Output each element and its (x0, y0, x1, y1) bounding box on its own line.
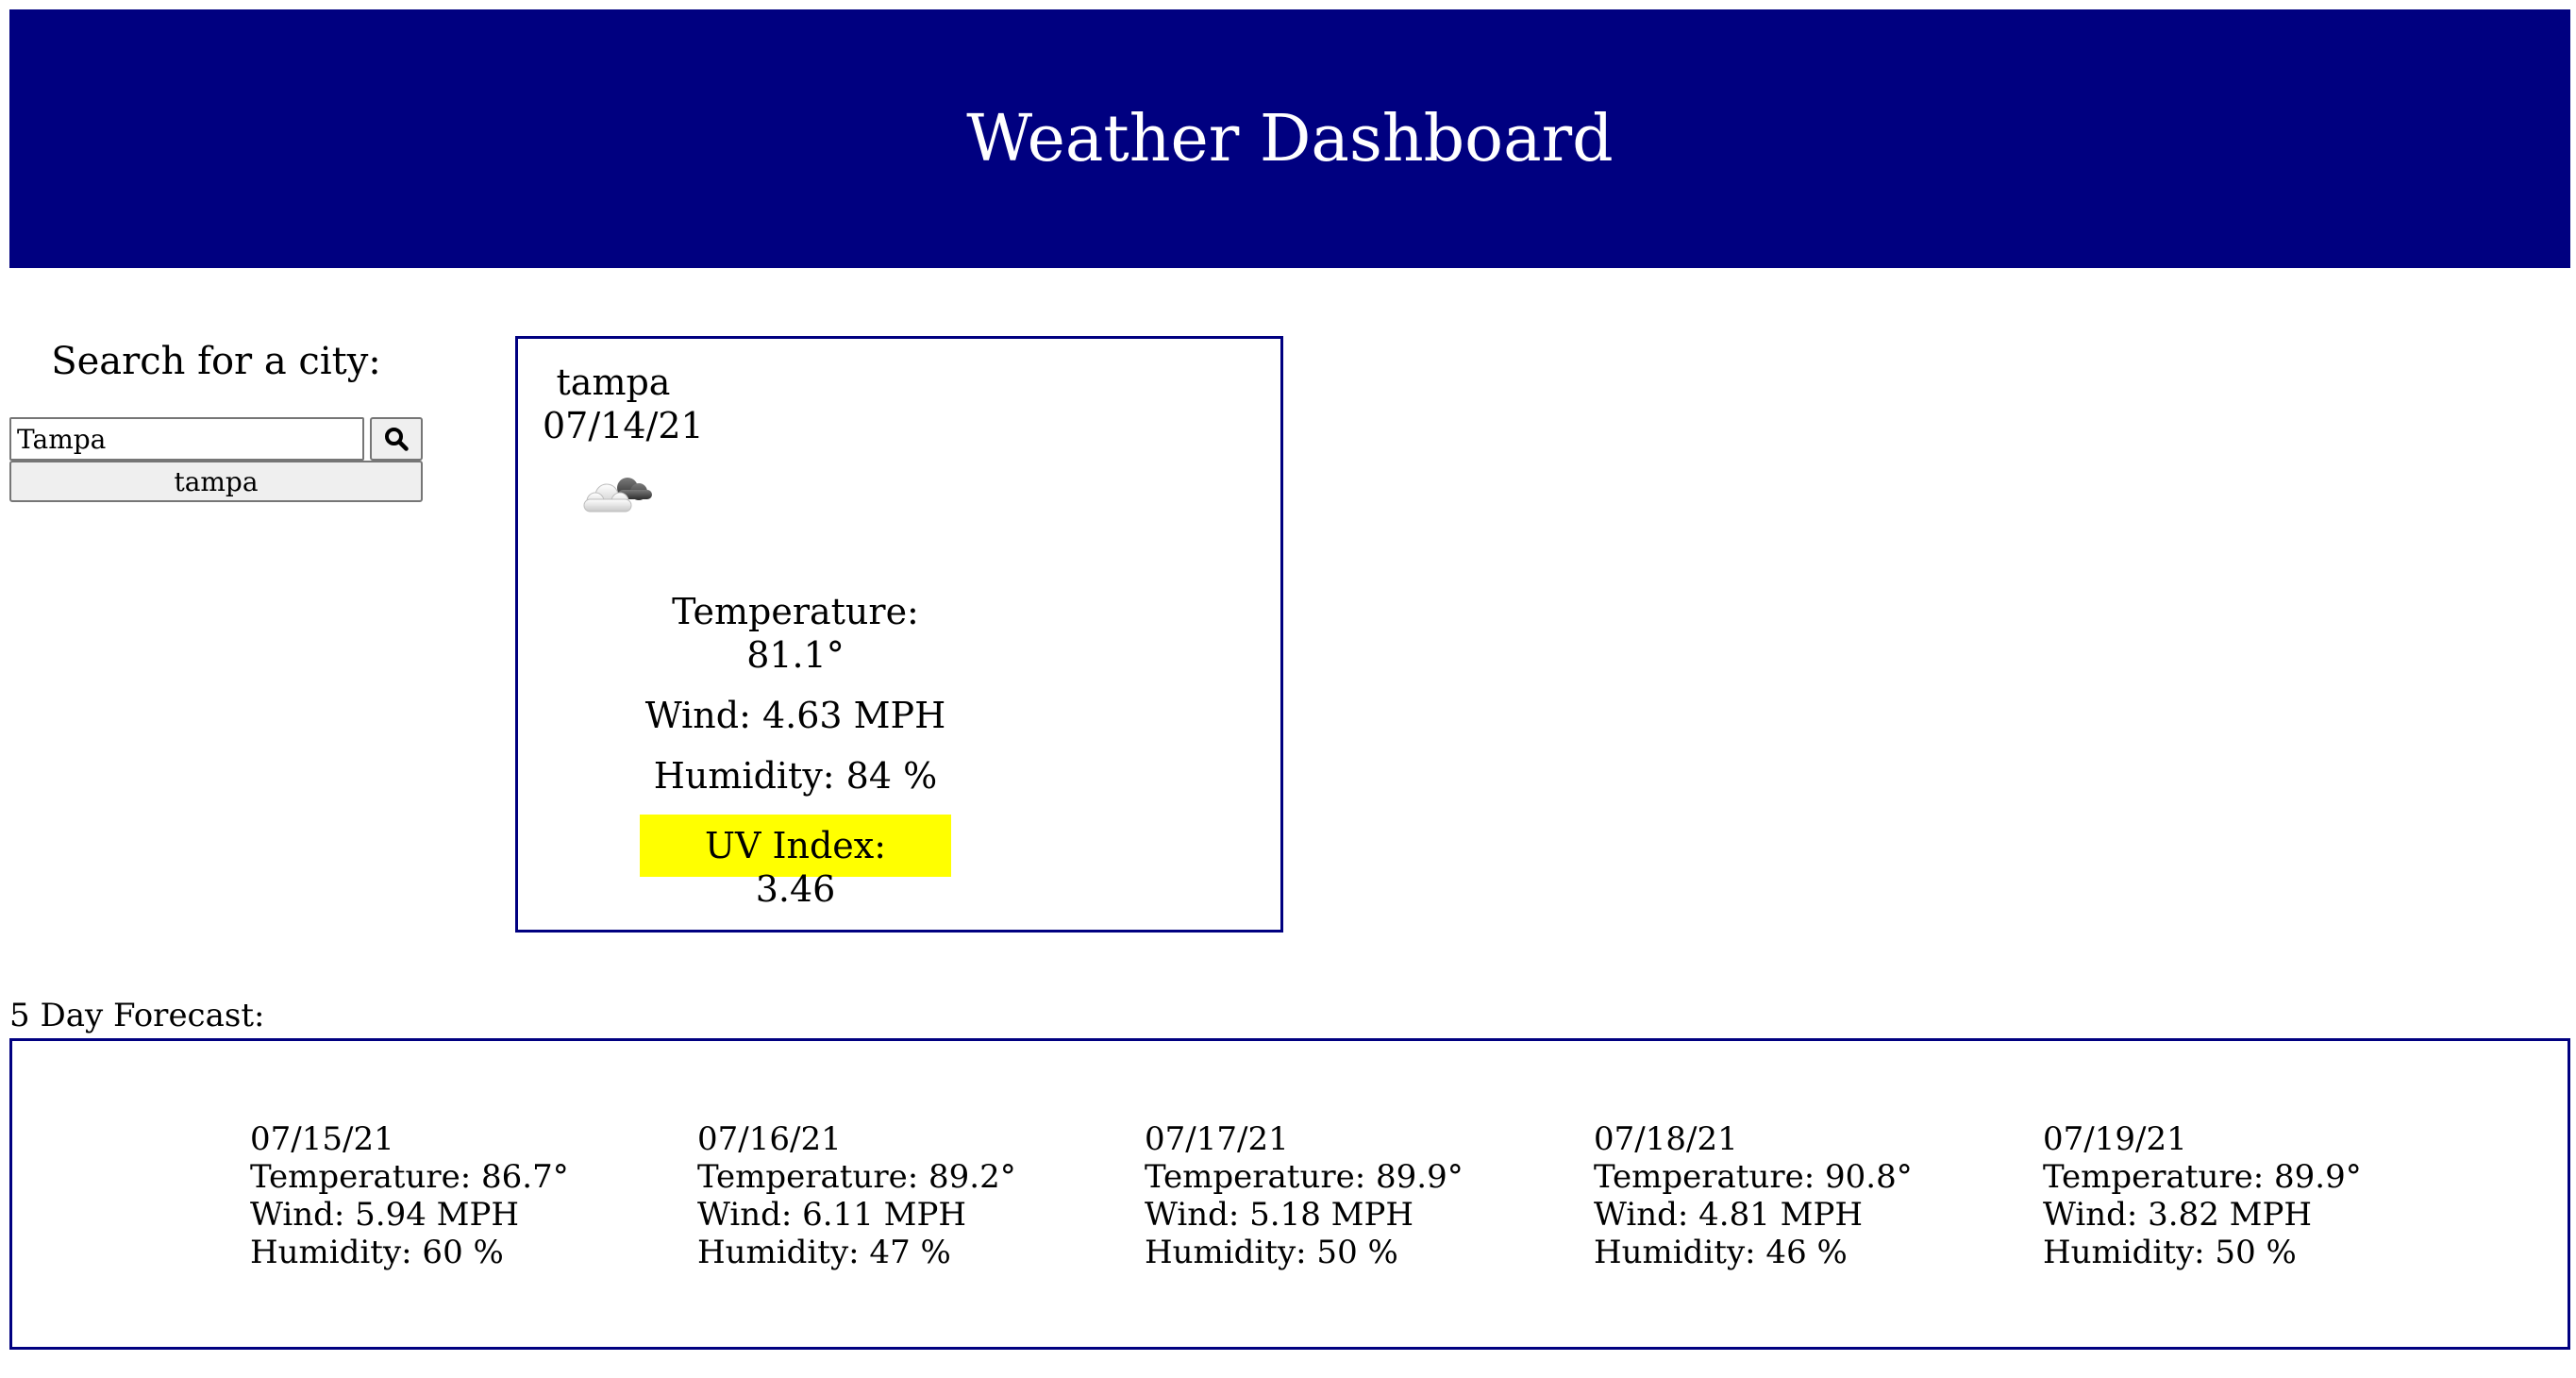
cloud-icon (583, 478, 652, 513)
uv-index-badge: UV Index: 3.46 (640, 815, 951, 910)
forecast-temp: Temperature: 89.9° (1145, 1158, 1464, 1196)
search-button[interactable] (370, 417, 423, 461)
page-header: Weather Dashboard (9, 9, 2570, 268)
forecast-date: 07/16/21 (697, 1120, 842, 1158)
temperature-label: Temperature: (672, 591, 919, 632)
humidity-text: Humidity: 84 % (653, 755, 938, 797)
forecast-humidity: Humidity: 46 % (1594, 1234, 1848, 1271)
history-city-button[interactable]: tampa (9, 461, 423, 502)
forecast-label: 5 Day Forecast: (9, 997, 265, 1034)
forecast-box: 07/15/21 Temperature: 86.7° Wind: 5.94 M… (9, 1038, 2570, 1350)
forecast-date: 07/18/21 (1594, 1120, 1738, 1158)
forecast-wind: Wind: 4.81 MPH (1594, 1196, 1863, 1234)
forecast-humidity: Humidity: 50 % (1145, 1234, 1398, 1271)
current-weather-card: tampa 07/14/21 Temperature: 81.1° Wind: … (515, 336, 1283, 933)
forecast-wind: Wind: 3.82 MPH (2043, 1196, 2312, 1234)
search-panel: Search for a city: tampa (9, 340, 423, 502)
search-heading: Search for a city: (51, 340, 381, 383)
forecast-humidity: Humidity: 47 % (697, 1234, 951, 1271)
forecast-date: 07/17/21 (1145, 1120, 1289, 1158)
forecast-day: 07/18/21 Temperature: 90.8° Wind: 4.81 M… (1594, 1120, 1913, 1271)
forecast-wind: Wind: 5.18 MPH (1145, 1196, 1413, 1234)
temperature-value: 81.1° (746, 634, 845, 676)
current-date: 07/14/21 (543, 405, 704, 446)
forecast-temp: Temperature: 86.7° (250, 1158, 569, 1196)
forecast-wind: Wind: 6.11 MPH (697, 1196, 966, 1234)
forecast-day: 07/15/21 Temperature: 86.7° Wind: 5.94 M… (250, 1120, 569, 1271)
search-input[interactable] (9, 417, 364, 461)
forecast-day: 07/16/21 Temperature: 89.2° Wind: 6.11 M… (697, 1120, 1016, 1271)
forecast-temp: Temperature: 90.8° (1594, 1158, 1913, 1196)
forecast-date: 07/15/21 (250, 1120, 394, 1158)
temperature-block: Temperature: 81.1° (607, 590, 984, 677)
forecast-humidity: Humidity: 50 % (2043, 1234, 2297, 1271)
search-row (9, 417, 423, 461)
forecast-humidity: Humidity: 60 % (250, 1234, 504, 1271)
forecast-date: 07/19/21 (2043, 1120, 2187, 1158)
forecast-temp: Temperature: 89.2° (697, 1158, 1016, 1196)
forecast-temp: Temperature: 89.9° (2043, 1158, 2362, 1196)
forecast-wind: Wind: 5.94 MPH (250, 1196, 519, 1234)
forecast-day: 07/17/21 Temperature: 89.9° Wind: 5.18 M… (1145, 1120, 1464, 1271)
page-title: Weather Dashboard (966, 101, 1614, 176)
wind-text: Wind: 4.63 MPH (644, 695, 946, 736)
forecast-day: 07/19/21 Temperature: 89.9° Wind: 3.82 M… (2043, 1120, 2362, 1271)
current-stats: Temperature: 81.1° Wind: 4.63 MPH Humidi… (607, 590, 984, 911)
search-icon (385, 428, 409, 451)
current-city-name: tampa (556, 361, 671, 403)
